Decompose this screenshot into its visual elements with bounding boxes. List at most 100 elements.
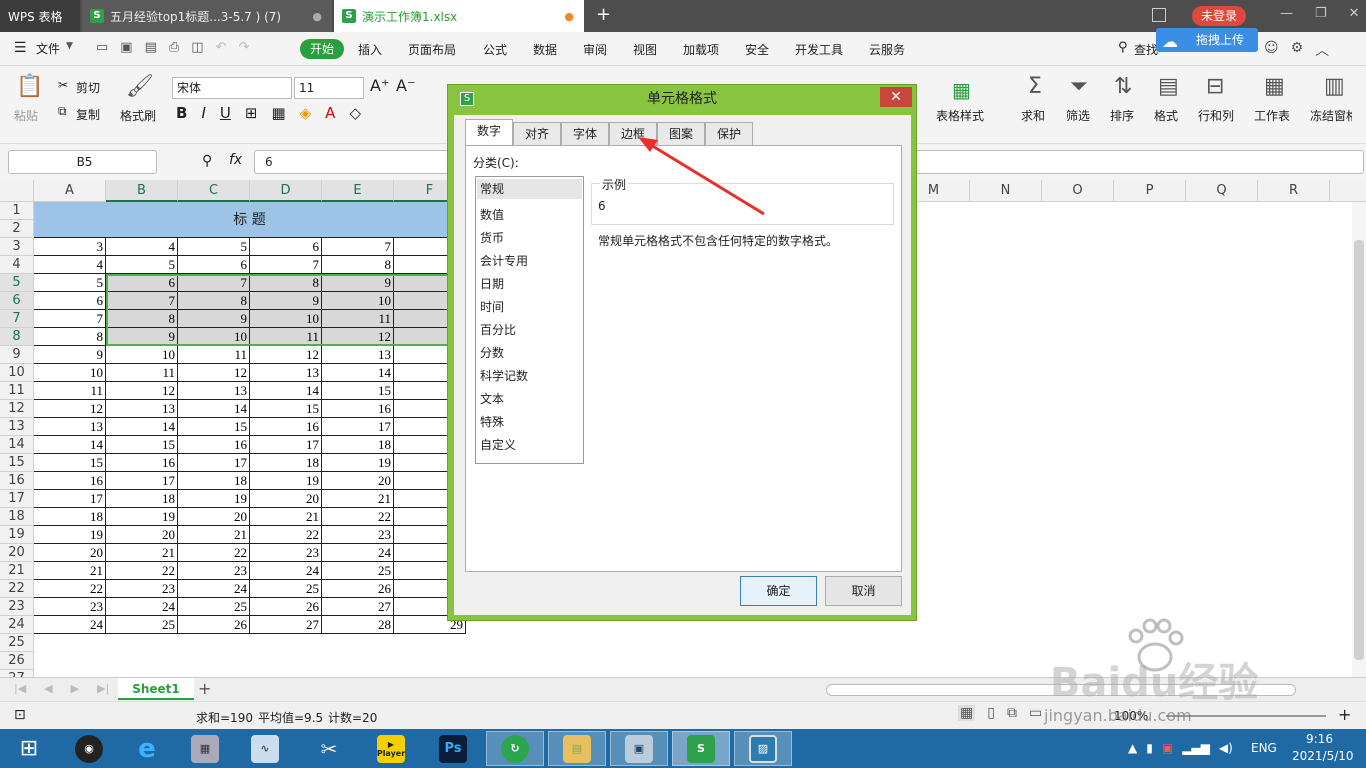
row-header[interactable]: 13 (0, 418, 34, 436)
doc-tab-1[interactable]: S 五月经验top1标题...3-5.7 ) (7) ● (82, 0, 332, 32)
table-cell[interactable]: 24 (250, 562, 322, 580)
table-cell[interactable]: 6 (178, 256, 250, 274)
row-header[interactable]: 15 (0, 454, 34, 472)
table-cell[interactable]: 22 (34, 580, 106, 598)
reading-view-icon[interactable]: ▭ (1029, 705, 1042, 721)
row-header[interactable]: 27 (0, 670, 34, 677)
table-cell[interactable]: 25 (178, 598, 250, 616)
row-header[interactable]: 12 (0, 400, 34, 418)
column-header[interactable]: B (106, 180, 178, 202)
table-cell[interactable]: 13 (250, 364, 322, 382)
table-cell[interactable]: 10 (34, 364, 106, 382)
table-cell[interactable]: 20 (106, 526, 178, 544)
last-sheet-icon[interactable]: ▶| (97, 682, 109, 695)
scroll-thumb[interactable] (1354, 240, 1364, 660)
table-cell[interactable]: 21 (250, 508, 322, 526)
table-cell[interactable]: 6 (34, 292, 106, 310)
doc-tab-2[interactable]: S 演示工作簿1.xlsx ● (334, 0, 584, 32)
table-cell[interactable]: 19 (322, 454, 394, 472)
column-header[interactable]: R (1258, 180, 1330, 202)
table-cell[interactable]: 24 (34, 616, 106, 634)
table-cell[interactable]: 19 (250, 472, 322, 490)
row-header[interactable]: 26 (0, 652, 34, 670)
row-header[interactable]: 11 (0, 382, 34, 400)
zoom-in-icon[interactable]: + (1338, 705, 1351, 724)
table-cell[interactable]: 14 (250, 382, 322, 400)
table-cell[interactable]: 11 (250, 328, 322, 346)
table-cell[interactable]: 24 (322, 544, 394, 562)
row-header[interactable]: 25 (0, 634, 34, 652)
column-header[interactable]: E (322, 180, 394, 202)
table-cell[interactable]: 23 (34, 598, 106, 616)
font-size-select[interactable]: 11 (294, 77, 364, 99)
copy-label[interactable]: 复制 (76, 106, 100, 123)
taskbar-app[interactable]: ▤ (548, 731, 606, 766)
table-cell[interactable]: 9 (250, 292, 322, 310)
open-icon[interactable]: ▭ (96, 40, 108, 55)
status-tool-icon[interactable]: ⊡ (14, 707, 26, 723)
taskbar-app[interactable]: ◉ (60, 731, 118, 766)
table-cell[interactable]: 21 (178, 526, 250, 544)
power-icon[interactable]: ▮ (1146, 741, 1153, 755)
row-header[interactable]: 3 (0, 238, 34, 256)
table-cell[interactable]: 20 (250, 490, 322, 508)
table-cell[interactable]: 15 (106, 436, 178, 454)
format-icon[interactable]: ▤ (1158, 74, 1179, 99)
table-cell[interactable]: 26 (178, 616, 250, 634)
table-cell[interactable]: 8 (106, 310, 178, 328)
table-cell[interactable]: 15 (322, 382, 394, 400)
table-cell[interactable]: 12 (34, 400, 106, 418)
fx-icon[interactable]: fx (229, 152, 242, 168)
normal-view-icon[interactable]: ▦ (958, 705, 976, 721)
paste-icon[interactable]: 📋 (16, 74, 43, 99)
close-icon[interactable]: ✕ (1349, 6, 1360, 21)
table-cell[interactable]: 9 (322, 274, 394, 292)
freeze-icon[interactable]: ▥ (1324, 74, 1345, 99)
restore-icon[interactable]: ❐ (1315, 6, 1327, 21)
row-header[interactable]: 4 (0, 256, 34, 274)
row-header[interactable]: 9 (0, 346, 34, 364)
table-cell[interactable]: 20 (178, 508, 250, 526)
format-label[interactable]: 格式 (1154, 107, 1178, 124)
menu-item-view[interactable]: 视图 (633, 41, 657, 58)
column-header[interactable]: N (970, 180, 1042, 202)
vertical-scrollbar[interactable] (1352, 202, 1366, 677)
clock-time[interactable]: 9:16 (1306, 732, 1333, 746)
table-cell[interactable]: 10 (322, 292, 394, 310)
network-error-icon[interactable]: ▣ (1162, 741, 1173, 755)
font-color-icon[interactable]: A (325, 104, 335, 122)
paste-label[interactable]: 粘贴 (14, 107, 38, 124)
row-header[interactable]: 20 (0, 544, 34, 562)
taskbar-app[interactable]: ✂ (300, 731, 358, 766)
row-header[interactable]: 17 (0, 490, 34, 508)
language-indicator[interactable]: ENG (1251, 741, 1277, 755)
tab-dot-icon[interactable]: ● (312, 10, 322, 23)
category-item[interactable]: 科学记数 (480, 367, 528, 384)
taskbar-app[interactable]: e (118, 731, 176, 766)
table-cell[interactable]: 11 (322, 310, 394, 328)
fill-style-icon[interactable]: ▦ (271, 104, 285, 122)
table-cell[interactable]: 16 (34, 472, 106, 490)
sum-icon[interactable]: Σ (1028, 74, 1042, 99)
pdf-icon[interactable]: ▤ (145, 40, 157, 55)
worksheet-label[interactable]: 工作表 (1254, 107, 1290, 124)
menu-item-addins[interactable]: 加载项 (683, 41, 719, 58)
row-header[interactable]: 2 (0, 220, 34, 238)
sum-label[interactable]: 求和 (1021, 107, 1045, 124)
table-cell[interactable]: 20 (322, 472, 394, 490)
sheet-tab[interactable]: Sheet1 (118, 678, 194, 700)
cut-label[interactable]: 剪切 (76, 79, 100, 96)
category-item[interactable]: 特殊 (480, 413, 504, 430)
table-cell[interactable]: 27 (250, 616, 322, 634)
table-cell[interactable]: 5 (34, 274, 106, 292)
prev-sheet-icon[interactable]: ◀ (44, 682, 52, 695)
table-cell[interactable]: 22 (322, 508, 394, 526)
table-cell[interactable]: 8 (34, 328, 106, 346)
category-item[interactable]: 常规 (477, 179, 582, 199)
row-header[interactable]: 8 (0, 328, 34, 346)
category-item[interactable]: 百分比 (480, 321, 516, 338)
table-cell[interactable]: 23 (178, 562, 250, 580)
table-cell[interactable]: 13 (106, 400, 178, 418)
table-cell[interactable]: 22 (106, 562, 178, 580)
sort-icon[interactable]: ⇅ (1114, 74, 1132, 99)
